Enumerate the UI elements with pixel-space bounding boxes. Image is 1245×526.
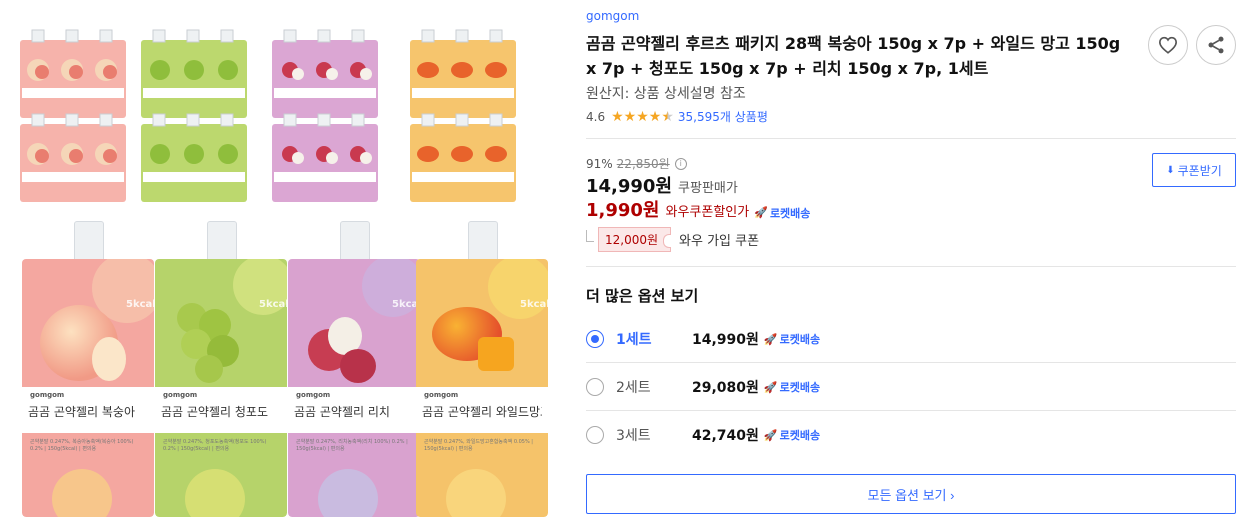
discount-rate: 91% [586, 156, 613, 171]
pouch-grape: 5kcal gomgom 곰곰 곤약젤리 청포도 곤약분말 0.247%, 청포… [155, 221, 287, 517]
thumb-group-peach [20, 29, 126, 202]
rating-value: 4.6 [586, 109, 606, 124]
option-price: 42,740원 [692, 428, 759, 444]
star-icon: ★ [623, 108, 637, 125]
option-name: 1세트 [616, 332, 652, 348]
coupon-tag: 12,000원 [598, 227, 672, 252]
coupon-connector [586, 229, 594, 242]
discount-row: 91% 22,850원 i [586, 155, 687, 172]
star-half-icon: ★ [661, 108, 674, 125]
coupon-row: 12,000원 와우 가입 쿠폰 [586, 227, 759, 252]
star-icon: ★ [648, 108, 662, 125]
options-title: 더 많은 옵션 보기 [586, 287, 699, 305]
view-all-options-button[interactable]: 모든 옵션 보기 › [586, 474, 1236, 514]
wow-price-row: 1,990원 와우쿠폰할인가 🚀 로켓배송 [586, 196, 810, 222]
rocket-delivery-badge: 🚀 로켓배송 [754, 205, 810, 221]
download-icon: ⬇ [1166, 164, 1175, 176]
review-count-link[interactable]: 35,595개 상품평 [678, 108, 768, 125]
sale-price: 14,990원 [586, 176, 673, 197]
rocket-delivery-badge: 🚀 로켓배송 [764, 427, 820, 443]
rocket-icon: 🚀 [754, 206, 768, 219]
share-button[interactable] [1196, 25, 1236, 65]
product-image[interactable]: 5kcal gomgom 곰곰 곤약젤리 복숭아 곤약분말 0.247%, 복숭… [18, 26, 548, 520]
rocket-icon: 🚀 [763, 332, 778, 346]
rocket-label: 로켓배송 [779, 429, 821, 442]
coupon-button-label: 쿠폰받기 [1177, 163, 1222, 178]
pouch-lychee: 5kcal gomgom 곰곰 곤약젤리 리치 곤약분말 0.247%, 리치농… [288, 221, 420, 517]
info-icon[interactable]: i [674, 157, 687, 170]
option-name: 2세트 [616, 380, 651, 396]
rating-row: 4.6 ★ ★ ★ ★ ★ 35,595개 상품평 [586, 108, 768, 125]
rocket-delivery-badge: 🚀 로켓배송 [764, 379, 820, 395]
option-radio[interactable] [586, 378, 604, 396]
option-radio[interactable] [586, 426, 604, 444]
option-radio[interactable] [586, 330, 604, 348]
original-price: 22,850원 [616, 157, 670, 171]
brand-link[interactable]: gomgom [586, 9, 639, 23]
option-name: 3세트 [616, 428, 651, 444]
rocket-icon: 🚀 [763, 380, 778, 394]
wow-price: 1,990원 [586, 200, 660, 221]
option-row-2[interactable]: 2세트 29,080원 🚀 로켓배송 [586, 363, 1236, 411]
thumb-group-grape [141, 29, 247, 202]
pouch-peach: 5kcal gomgom 곰곰 곤약젤리 복숭아 곤약분말 0.247%, 복숭… [22, 221, 154, 517]
download-coupon-button[interactable]: ⬇ 쿠폰받기 [1152, 153, 1236, 187]
rocket-delivery-badge: 🚀 로켓배송 [764, 331, 820, 347]
sale-price-row: 14,990원 쿠팡판매가 [586, 172, 738, 198]
rocket-label: 로켓배송 [779, 333, 821, 346]
rocket-label: 로켓배송 [779, 381, 821, 394]
coupon-description: 와우 가입 쿠폰 [679, 234, 760, 249]
option-row-1[interactable]: 1세트 14,990원 🚀 로켓배송 [586, 315, 1236, 363]
product-title: 곰곰 곤약젤리 후르츠 패키지 28팩 복숭아 150g x 7p + 와일드 … [586, 34, 1121, 78]
wow-price-label: 와우쿠폰할인가 [665, 205, 750, 220]
star-icon: ★ [636, 108, 649, 125]
product-thumbnail-grid [20, 29, 516, 202]
divider [586, 266, 1236, 267]
thumb-group-mango [410, 29, 516, 202]
wishlist-button[interactable] [1148, 25, 1188, 65]
thumb-group-lychee [272, 29, 378, 202]
option-row-3[interactable]: 3세트 42,740원 🚀 로켓배송 [586, 411, 1236, 459]
option-price: 29,080원 [692, 380, 759, 396]
heart-icon [1158, 36, 1178, 54]
origin-text: 원산지: 상품 상세설명 참조 [586, 86, 746, 102]
share-icon [1208, 36, 1224, 54]
rating-stars: ★ ★ ★ ★ ★ [611, 110, 674, 124]
sale-price-label: 쿠팡판매가 [678, 181, 738, 196]
option-price: 14,990원 [692, 332, 759, 348]
star-icon: ★ [611, 108, 624, 125]
pouch-mango: 5kcal gomgom 곰곰 곤약젤리 와일드망고 곤약분말 0.247%, … [416, 221, 548, 517]
rocket-icon: 🚀 [763, 428, 778, 442]
rocket-label: 로켓배송 [769, 206, 811, 220]
divider [586, 138, 1236, 139]
